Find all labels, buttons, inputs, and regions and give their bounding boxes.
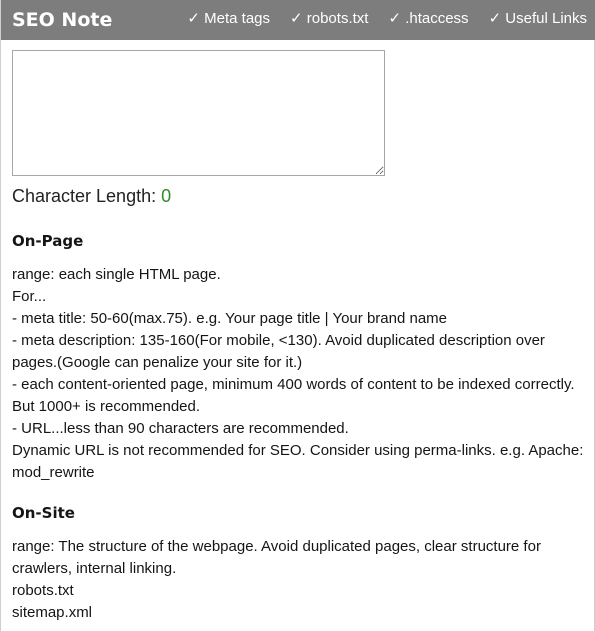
character-length: Character Length: 0: [12, 185, 171, 207]
on-page-line: - each content-oriented page, minimum 40…: [12, 376, 575, 415]
on-page-line: - URL...less than 90 characters are reco…: [12, 420, 349, 437]
section-on-site: On-Site range: The structure of the webp…: [12, 502, 587, 624]
on-site-line: sitemap.xml: [12, 604, 93, 621]
nav-link-htaccess[interactable]: ✓ .htaccess: [388, 10, 468, 28]
on-page-line: Dynamic URL is not recommended for SEO. …: [12, 442, 584, 481]
top-navbar: SEO Note ✓ Meta tags ✓ robots.txt ✓ .hta…: [1, 0, 595, 40]
note-textarea[interactable]: [12, 50, 385, 176]
on-page-line: range: each single HTML page.: [12, 266, 221, 283]
section-on-page: On-Page range: each single HTML page. Fo…: [12, 230, 587, 484]
on-page-line: For...: [12, 288, 47, 305]
section-title-on-page: On-Page: [12, 232, 84, 250]
nav-link-useful-links[interactable]: ✓ Useful Links: [489, 10, 587, 28]
nav-link-robots-txt[interactable]: ✓ robots.txt: [290, 10, 368, 28]
brand-link[interactable]: SEO Note: [12, 9, 112, 31]
character-length-label: Character Length:: [12, 186, 162, 206]
on-site-line: robots.txt: [12, 582, 74, 599]
on-page-line: - meta description: 135-160(For mobile, …: [12, 332, 545, 371]
character-count: 0: [161, 186, 172, 206]
nav-link-meta-tags[interactable]: ✓ Meta tags: [187, 10, 270, 28]
section-title-on-site: On-Site: [12, 504, 75, 522]
on-page-line: - meta title: 50-60(max.75). e.g. Your p…: [12, 310, 447, 327]
on-site-line: range: The structure of the webpage. Avo…: [12, 538, 541, 577]
nav-menu: ✓ Meta tags ✓ robots.txt ✓ .htaccess ✓ U…: [187, 10, 587, 28]
